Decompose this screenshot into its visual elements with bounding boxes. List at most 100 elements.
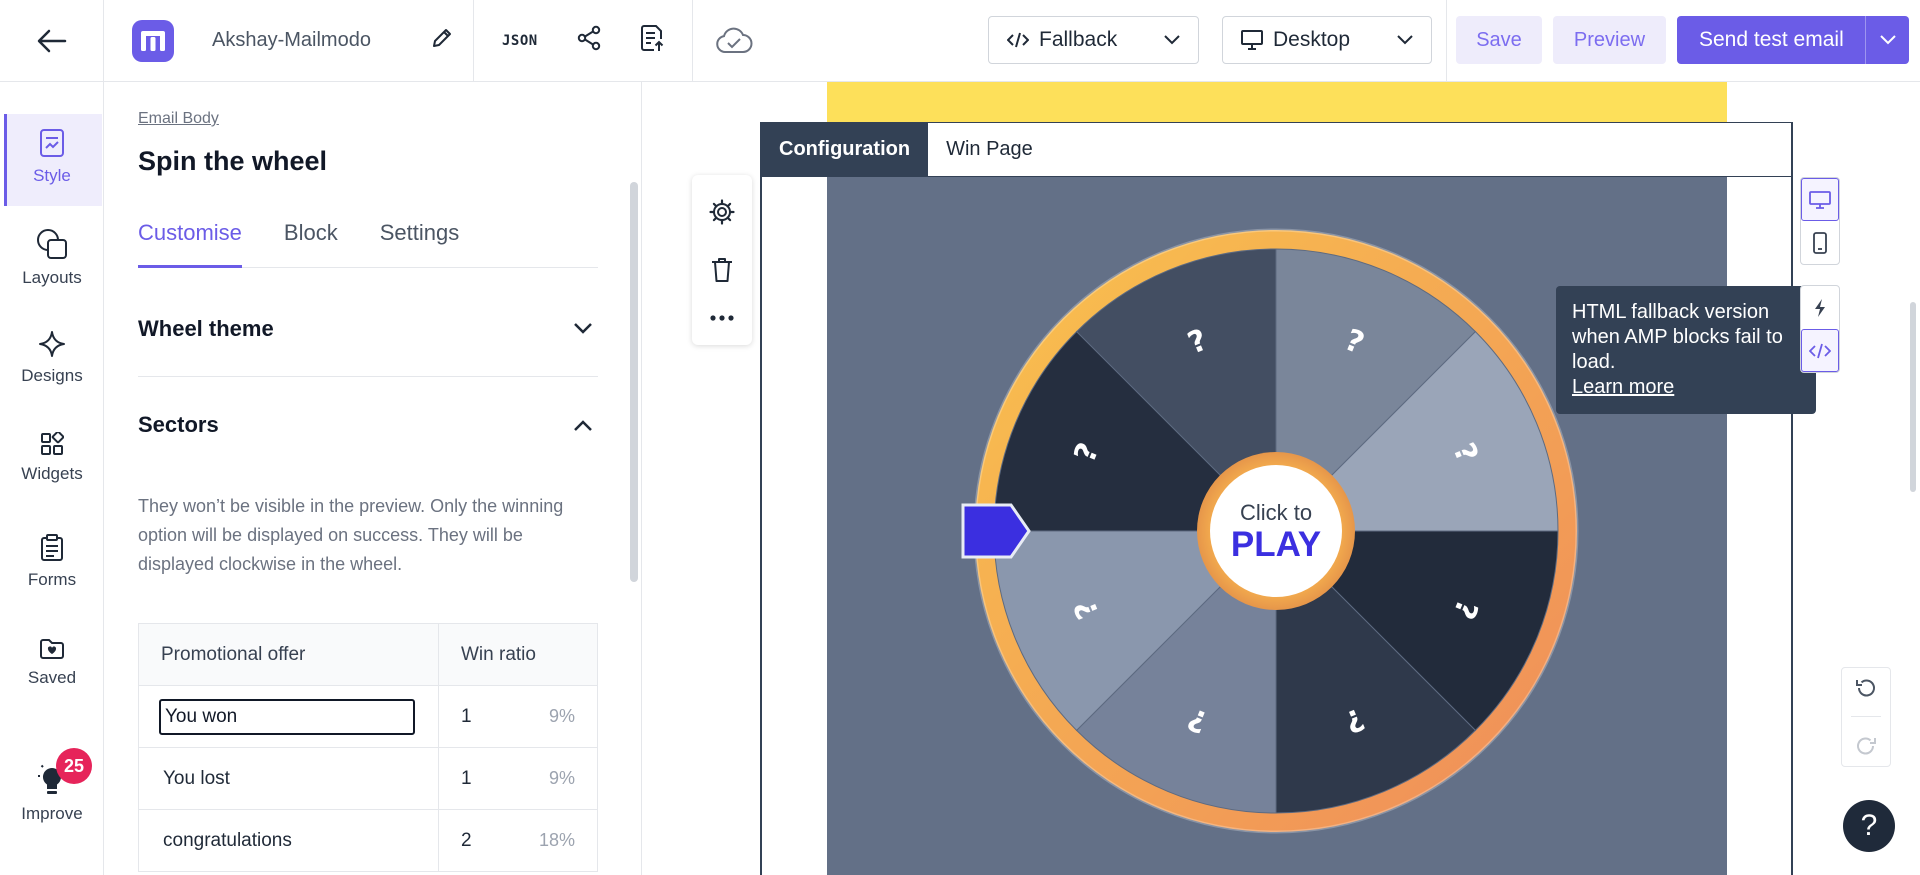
save-button[interactable]: Save xyxy=(1456,16,1542,64)
json-button[interactable]: JSON xyxy=(502,33,538,49)
column-header-offer: Promotional offer xyxy=(139,624,439,685)
history-controls xyxy=(1841,667,1891,767)
offer-value[interactable]: congratulations xyxy=(163,830,292,852)
send-test-email-button[interactable]: Send test email xyxy=(1677,16,1909,64)
nav-item-improve[interactable]: Improve 25 xyxy=(0,748,104,824)
nav-label: Designs xyxy=(21,366,83,385)
widgets-icon xyxy=(41,432,64,455)
history-divider xyxy=(1851,716,1881,718)
toolbar-divider xyxy=(1446,0,1447,82)
code-icon xyxy=(1809,343,1831,358)
project-name: Akshay-Mailmodo xyxy=(212,29,371,51)
block-toolbar xyxy=(692,175,752,345)
offer-input[interactable] xyxy=(159,698,415,735)
table-row: You lost 1 9% xyxy=(139,748,597,810)
send-options-dropdown[interactable] xyxy=(1865,16,1909,64)
tab-customise[interactable]: Customise xyxy=(138,220,242,268)
canvas-scrollbar[interactable] xyxy=(1910,302,1916,492)
sectors-accordion[interactable]: Sectors xyxy=(138,377,598,473)
win-ratio-value[interactable]: 1 xyxy=(461,768,472,790)
win-percent: 9% xyxy=(548,706,575,726)
mailmodo-logo xyxy=(132,19,174,62)
tab-block[interactable]: Block xyxy=(284,220,338,268)
breadcrumb[interactable]: Email Body xyxy=(138,110,219,128)
nav-label: Style xyxy=(33,166,71,185)
nav-item-designs[interactable]: Designs xyxy=(0,330,104,386)
settings-panel: Email Body Spin the wheel Customise Bloc… xyxy=(104,82,642,875)
more-dots-icon[interactable] xyxy=(710,315,734,321)
nav-item-widgets[interactable]: Widgets xyxy=(0,432,104,484)
undo-icon[interactable] xyxy=(1855,677,1877,699)
chevron-down-icon xyxy=(1397,35,1413,45)
desktop-view-toggle[interactable] xyxy=(1801,178,1839,221)
win-ratio-value[interactable]: 2 xyxy=(461,830,472,852)
forms-icon xyxy=(41,534,63,561)
lightning-icon xyxy=(1815,298,1825,317)
panel-tabs: Customise Block Settings xyxy=(138,220,598,268)
device-select-value: Desktop xyxy=(1273,28,1351,51)
preview-button[interactable]: Preview xyxy=(1553,16,1666,64)
toolbar-tools: JSON xyxy=(474,0,693,82)
accordion-label: Sectors xyxy=(138,412,219,437)
version-select[interactable]: Fallback xyxy=(988,16,1199,64)
column-header-ratio: Win ratio xyxy=(461,643,536,665)
sectors-table: Promotional offer Win ratio 1 9% You los… xyxy=(138,623,598,872)
code-icon xyxy=(1007,32,1029,48)
panel-scrollbar[interactable] xyxy=(630,182,638,582)
email-canvas: ???????? Click to PLAY Configuration Win… xyxy=(643,82,1920,875)
header-block[interactable] xyxy=(827,82,1727,122)
tooltip-text: HTML fallback version when AMP blocks fa… xyxy=(1572,301,1783,373)
wheel-theme-accordion[interactable]: Wheel theme xyxy=(138,281,598,377)
amp-version-toggle[interactable] xyxy=(1801,286,1839,329)
layouts-icon xyxy=(37,229,67,259)
cloud-check-icon xyxy=(715,27,753,53)
export-document-icon[interactable] xyxy=(640,24,664,57)
nav-label: Improve xyxy=(21,804,83,823)
nav-item-saved[interactable]: Saved xyxy=(0,638,104,688)
offer-value[interactable]: You lost xyxy=(163,768,230,790)
nav-label: Saved xyxy=(27,668,77,687)
pencil-icon[interactable] xyxy=(431,27,453,54)
panel-title: Spin the wheel xyxy=(138,146,328,176)
trash-icon[interactable] xyxy=(711,257,733,283)
version-select-value: Fallback xyxy=(1039,28,1118,51)
send-test-email-label: Send test email xyxy=(1699,28,1844,51)
chevron-down-icon xyxy=(1879,35,1896,45)
learn-more-link[interactable]: Learn more xyxy=(1572,375,1800,400)
chevron-down-icon xyxy=(1164,35,1180,45)
table-header: Promotional offer Win ratio xyxy=(139,624,597,686)
tab-settings[interactable]: Settings xyxy=(380,220,460,268)
mobile-icon xyxy=(1813,231,1827,254)
nav-item-style[interactable]: Style xyxy=(0,128,104,186)
table-row: 1 9% xyxy=(139,686,597,748)
style-icon xyxy=(40,129,64,157)
notification-badge: 25 xyxy=(56,748,92,784)
gear-icon[interactable] xyxy=(709,199,735,225)
chevron-down-icon xyxy=(574,323,592,334)
nav-label: Forms xyxy=(27,570,77,589)
chevron-up-icon xyxy=(574,419,592,431)
win-percent: 9% xyxy=(548,768,575,788)
help-button[interactable]: ? xyxy=(1843,800,1895,852)
redo-icon[interactable] xyxy=(1855,735,1877,757)
nav-label: Layouts xyxy=(22,268,82,287)
sectors-hint: They won’t be visible in the preview. On… xyxy=(138,496,564,574)
win-ratio-value[interactable]: 1 xyxy=(461,706,472,728)
view-toggle xyxy=(1800,177,1840,265)
desktop-icon xyxy=(1809,190,1831,209)
nav-item-layouts[interactable]: Layouts xyxy=(0,228,104,288)
nav-item-forms[interactable]: Forms xyxy=(0,534,104,590)
accordion-label: Wheel theme xyxy=(138,315,274,341)
device-select[interactable]: Desktop xyxy=(1222,16,1432,64)
nav-label: Widgets xyxy=(21,464,83,483)
designs-icon xyxy=(39,331,65,357)
html-version-toggle[interactable] xyxy=(1801,329,1839,372)
share-icon[interactable] xyxy=(576,25,602,56)
left-nav: Style Layouts Designs Widgets Forms Save… xyxy=(0,82,104,875)
version-toggle xyxy=(1800,285,1840,373)
mobile-view-toggle[interactable] xyxy=(1801,221,1839,264)
table-row: congratulations 2 18% xyxy=(139,810,597,872)
desktop-icon xyxy=(1241,30,1263,50)
back-button[interactable] xyxy=(0,0,104,82)
win-percent: 18% xyxy=(538,830,575,850)
